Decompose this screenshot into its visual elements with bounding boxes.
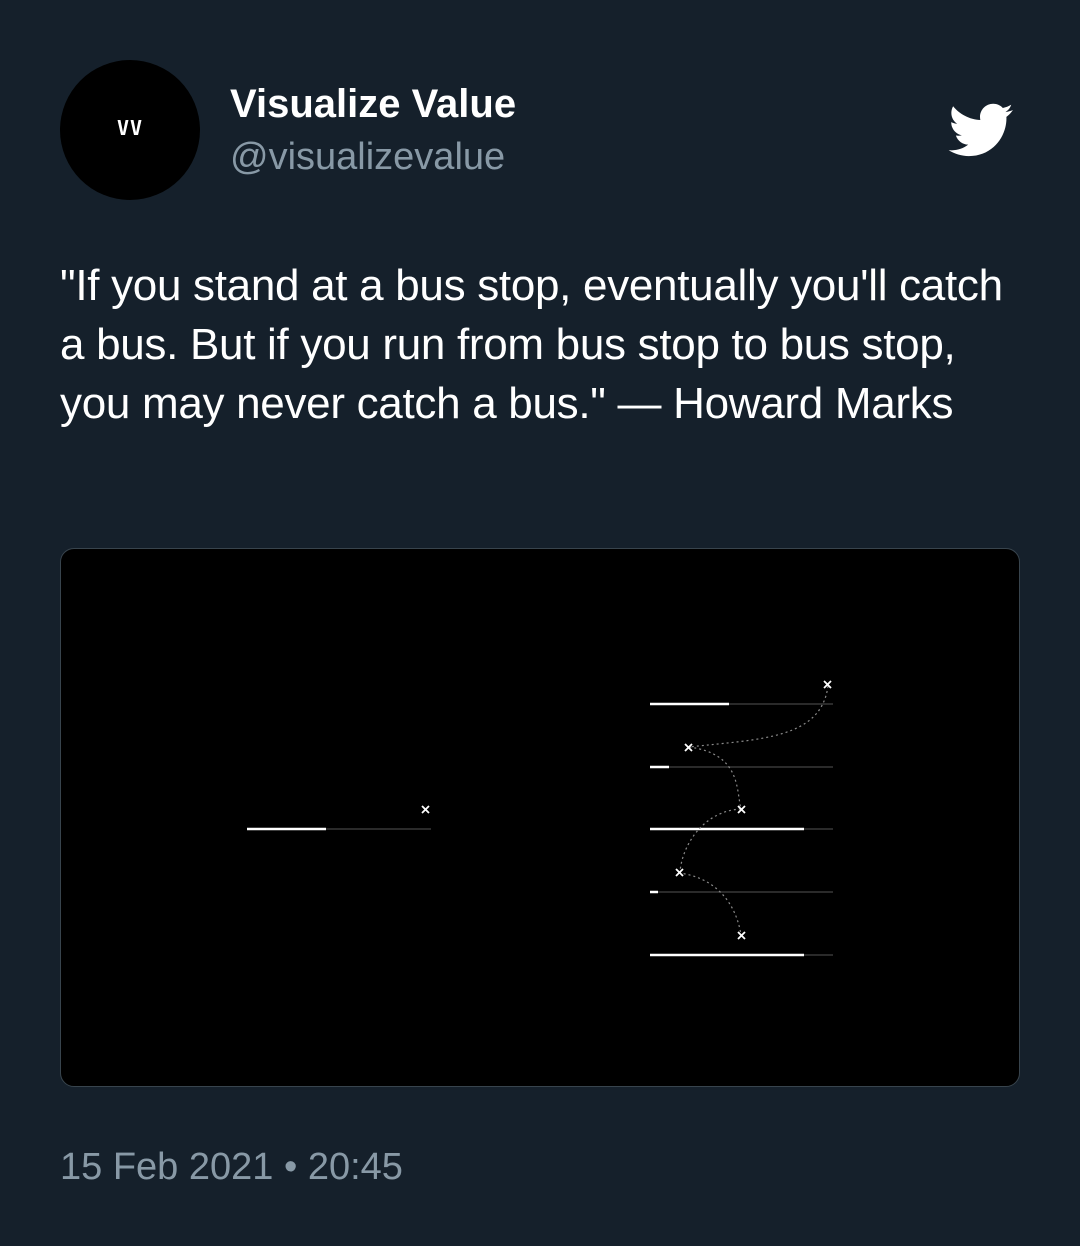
display-name[interactable]: Visualize Value bbox=[230, 80, 516, 128]
avatar[interactable]: VV bbox=[60, 60, 200, 200]
tweet-text: "If you stand at a bus stop, eventually … bbox=[60, 261, 1003, 428]
twitter-bird-icon bbox=[948, 103, 1013, 157]
bus-mark-icon bbox=[421, 805, 430, 814]
avatar-logo: VV bbox=[116, 116, 144, 140]
tweet-card: VV Visualize Value @visualizevalue "If y… bbox=[0, 0, 1080, 1246]
bus-stop-illustration bbox=[247, 680, 833, 957]
tweet-media-image[interactable] bbox=[60, 548, 1020, 1087]
single-bus-stop bbox=[247, 805, 431, 831]
tweet-timestamp[interactable]: 15 Feb 2021 • 20:45 bbox=[60, 1144, 403, 1190]
handle[interactable]: @visualizevalue bbox=[230, 134, 505, 180]
multiple-bus-stops bbox=[650, 680, 833, 957]
bus-mark-icon bbox=[675, 680, 832, 940]
